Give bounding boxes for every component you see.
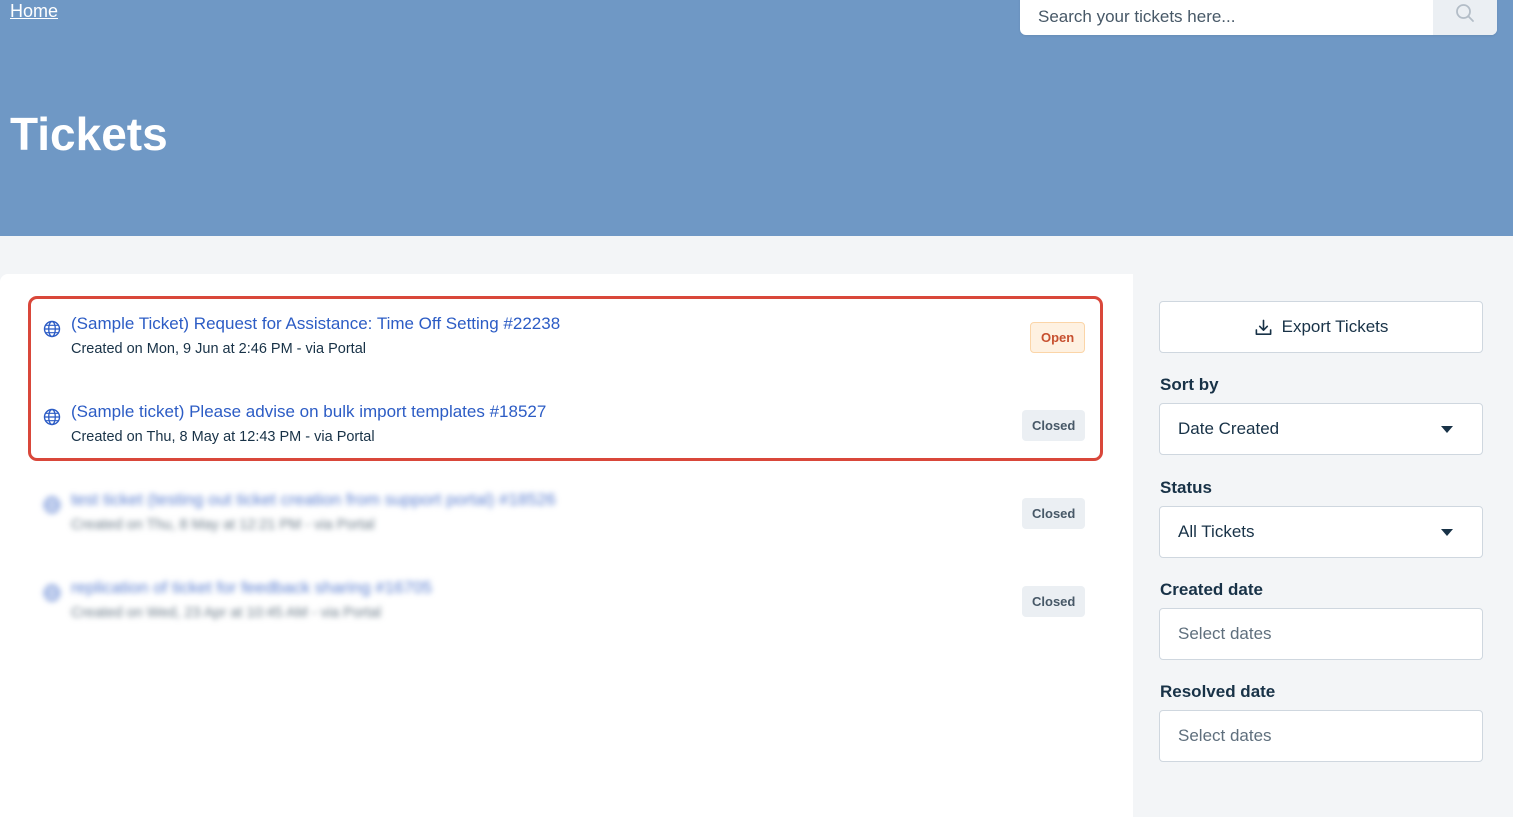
status-badge: Closed (1022, 586, 1086, 617)
ticket-meta: Created on Thu, 8 May at 12:21 PM - via … (71, 517, 375, 533)
resolved-date-input[interactable] (1159, 710, 1483, 762)
status-select[interactable]: All Tickets (1159, 506, 1483, 558)
page-header: Home Tickets (0, 0, 1513, 236)
status-value: All Tickets (1178, 522, 1255, 541)
ticket-title-link[interactable]: replication of ticket for feedback shari… (71, 577, 432, 599)
search-input[interactable] (1020, 0, 1433, 35)
export-tickets-label: Export Tickets (1281, 317, 1389, 336)
export-tickets-button[interactable]: Export Tickets (1159, 301, 1483, 353)
page-title: Tickets (10, 108, 168, 160)
created-date-label: Created date (1160, 580, 1263, 599)
caret-down-icon (1441, 426, 1453, 433)
search-box (1020, 0, 1497, 35)
resolved-date-label: Resolved date (1160, 682, 1276, 701)
highlight-annotation (28, 296, 1103, 461)
globe-icon (43, 584, 61, 602)
status-badge: Closed (1022, 498, 1086, 529)
ticket-row[interactable]: test ticket (testing out ticket creation… (42, 489, 1086, 549)
search-icon (1456, 4, 1474, 22)
caret-down-icon (1441, 529, 1453, 536)
home-link[interactable]: Home (10, 0, 58, 22)
ticket-title-link[interactable]: test ticket (testing out ticket creation… (71, 489, 556, 511)
download-icon (1255, 319, 1272, 335)
ticket-row[interactable]: replication of ticket for feedback shari… (42, 577, 1086, 637)
sort-by-select[interactable]: Date Created (1159, 403, 1483, 455)
search-button[interactable] (1433, 0, 1497, 35)
ticket-meta: Created on Wed, 23 Apr at 10:45 AM - via… (71, 605, 382, 621)
created-date-input[interactable] (1159, 608, 1483, 660)
status-label: Status (1160, 478, 1212, 497)
sort-by-label: Sort by (1160, 375, 1219, 394)
globe-icon (43, 496, 61, 514)
sort-by-value: Date Created (1178, 419, 1280, 438)
